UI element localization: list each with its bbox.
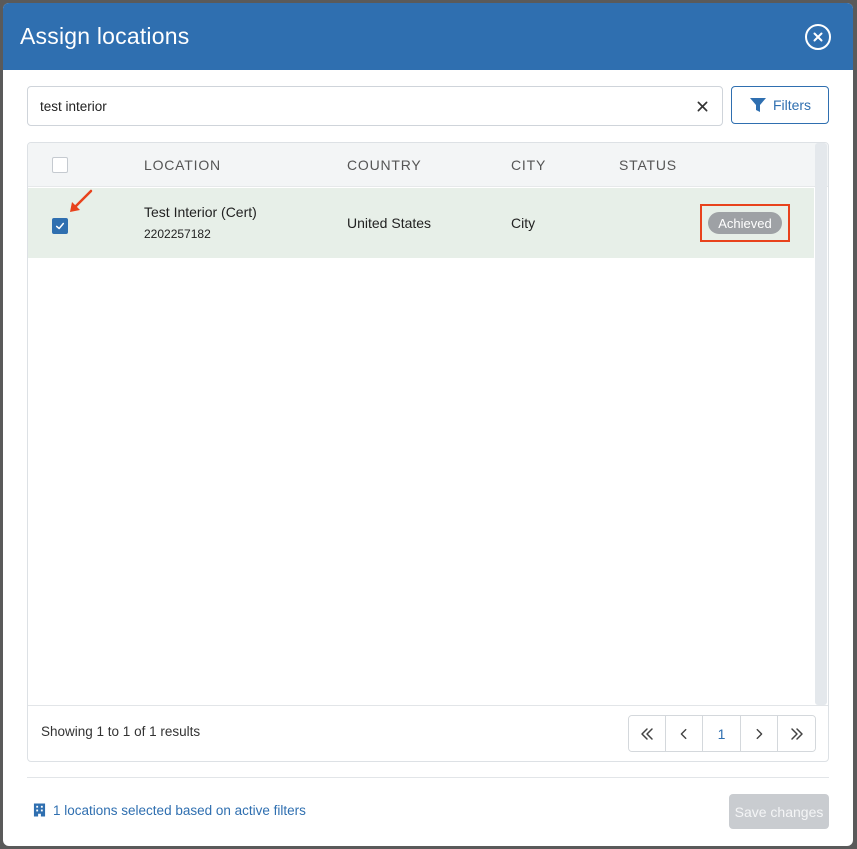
locations-table: LOCATION COUNTRY CITY STATUS Test Interi… [27, 142, 829, 762]
first-page-button[interactable] [629, 716, 666, 751]
location-name: Test Interior (Cert) [144, 204, 257, 220]
building-icon [33, 803, 46, 817]
last-page-button[interactable] [778, 716, 815, 751]
annotation-arrow-icon [70, 189, 93, 212]
filters-button-label: Filters [772, 97, 812, 113]
search-row: Filters [27, 86, 829, 126]
location-country: United States [347, 215, 432, 231]
column-header-country: COUNTRY [347, 157, 422, 173]
column-header-city: CITY [511, 157, 547, 173]
search-input[interactable] [40, 98, 694, 114]
close-icon [697, 101, 707, 111]
double-chevron-left-icon [641, 727, 653, 740]
row-checkbox[interactable] [52, 218, 68, 234]
table-footer: Showing 1 to 1 of 1 results 1 [28, 705, 828, 761]
select-all-checkbox[interactable] [52, 157, 68, 173]
footer-divider [27, 777, 829, 778]
filters-button[interactable]: Filters [731, 86, 829, 124]
location-city: City [511, 215, 536, 231]
annotation-highlight-box [700, 204, 790, 242]
modal-title: Assign locations [20, 23, 190, 49]
chevron-right-icon [756, 728, 763, 739]
double-chevron-right-icon [790, 727, 803, 740]
table-row[interactable]: Test Interior (Cert) 2202257182 United S… [28, 188, 814, 258]
page-button-1[interactable]: 1 [703, 716, 741, 751]
results-summary: Showing 1 to 1 of 1 results [41, 724, 201, 739]
clear-search-button[interactable] [694, 98, 710, 114]
filter-funnel-icon [749, 98, 766, 112]
close-icon [813, 32, 823, 41]
search-box [27, 86, 723, 126]
modal-header: Assign locations [3, 3, 853, 70]
table-scrollbar[interactable] [815, 143, 827, 705]
save-changes-button[interactable]: Save changes [729, 794, 829, 829]
close-button[interactable] [805, 23, 831, 50]
chevron-left-icon [680, 728, 687, 739]
location-id: 2202257182 [144, 227, 211, 241]
column-header-location: LOCATION [144, 157, 221, 173]
assign-locations-modal: Assign locations Filters LOCATION [3, 3, 853, 846]
table-header: LOCATION COUNTRY CITY STATUS [28, 143, 828, 187]
previous-page-button[interactable] [666, 716, 703, 751]
selection-info: 1 locations selected based on active fil… [33, 802, 306, 818]
selection-info-text: 1 locations selected based on active fil… [53, 802, 306, 818]
column-header-status: STATUS [619, 157, 677, 173]
pagination: 1 [628, 715, 816, 752]
next-page-button[interactable] [741, 716, 778, 751]
checkmark-icon [55, 222, 65, 230]
